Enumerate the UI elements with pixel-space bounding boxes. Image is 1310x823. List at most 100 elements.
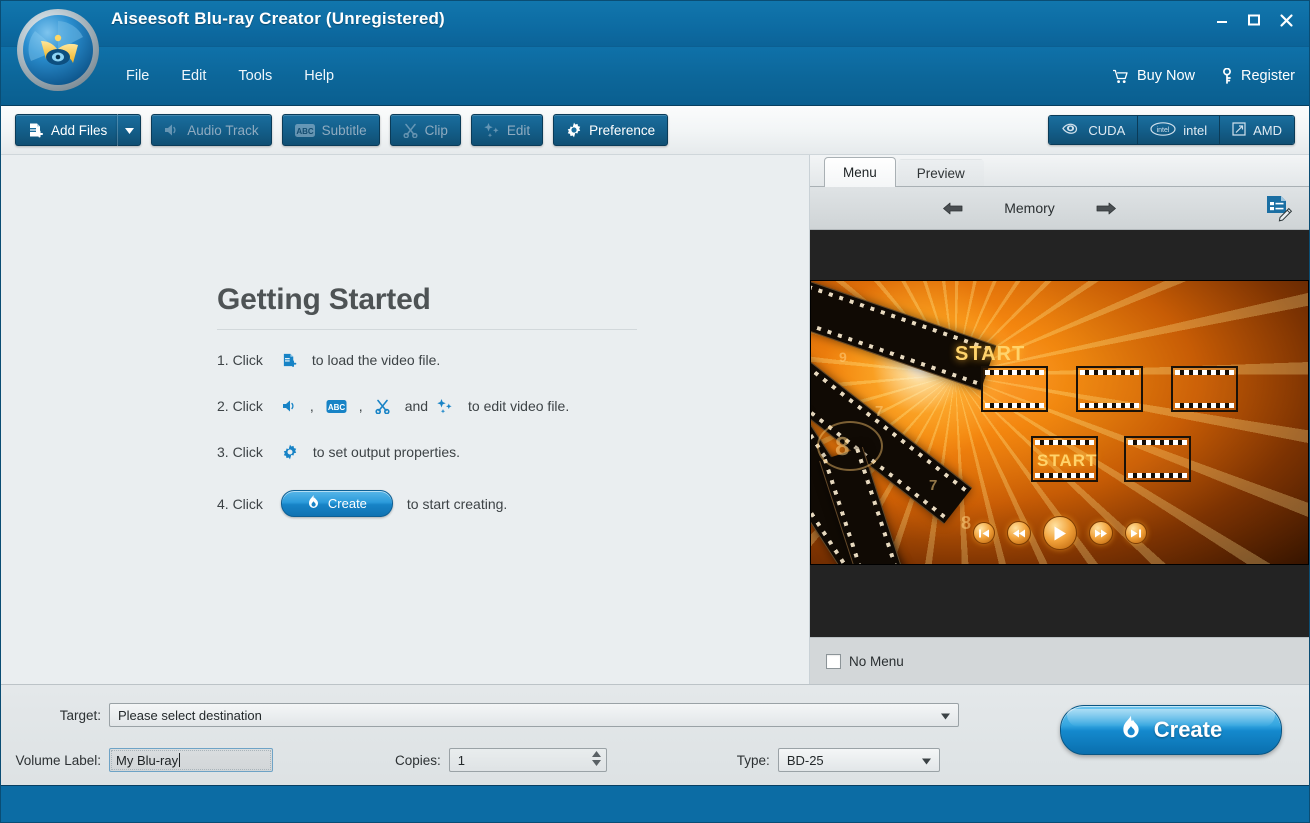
copies-stepper[interactable]: 1 — [449, 748, 607, 772]
stepper-down-icon — [592, 760, 601, 766]
stepper-arrows[interactable] — [592, 751, 601, 766]
playback-controls — [973, 516, 1147, 550]
add-files-split: Add Files — [15, 114, 141, 146]
menu-thumb-frame[interactable] — [1171, 366, 1238, 412]
add-files-label: Add Files — [51, 123, 107, 138]
buy-now-button[interactable]: Buy Now — [1112, 68, 1195, 84]
template-selector: Memory — [810, 200, 1249, 216]
fast-forward-button[interactable] — [1089, 521, 1113, 545]
reel-number: 8 — [835, 431, 849, 462]
menu-thumb-frame[interactable] — [1124, 436, 1191, 482]
register-button[interactable]: Register — [1221, 68, 1295, 84]
step-4-text: to start creating. — [407, 496, 507, 512]
copies-label: Copies: — [395, 753, 441, 768]
menu-thumb-frame[interactable] — [1076, 366, 1143, 412]
menu-tools[interactable]: Tools — [225, 63, 285, 89]
menu-edit[interactable]: Edit — [168, 63, 219, 89]
template-selector-bar: Memory — [810, 187, 1309, 230]
add-files-dropdown-button[interactable] — [117, 114, 141, 146]
scissors-icon[interactable] — [375, 399, 390, 414]
no-menu-checkbox[interactable] — [826, 654, 841, 669]
disc-menu-template[interactable]: 8 7 7 8 9 START START — [810, 280, 1309, 565]
preference-button[interactable]: Preference — [553, 114, 668, 146]
step-2-conj: and — [405, 398, 428, 414]
no-menu-label[interactable]: No Menu — [849, 654, 904, 669]
amd-button[interactable]: AMD — [1220, 116, 1294, 144]
inline-create-button[interactable]: Create — [281, 490, 393, 517]
clip-button[interactable]: Clip — [390, 114, 461, 146]
abc-icon: ABC — [295, 124, 315, 137]
template-name: Memory — [1004, 200, 1055, 216]
tab-menu[interactable]: Menu — [824, 157, 896, 187]
maximize-button[interactable] — [1239, 7, 1269, 33]
start-title-top: START — [955, 343, 1025, 366]
step-2-prefix: 2. Click — [217, 398, 263, 414]
skip-forward-button[interactable] — [1125, 522, 1147, 544]
svg-text:intel: intel — [1157, 126, 1170, 133]
app-title: Aiseesoft Blu-ray Creator (Unregistered) — [111, 9, 445, 29]
close-button[interactable] — [1271, 7, 1301, 33]
key-icon — [1221, 68, 1233, 84]
file-list-pane[interactable]: Getting Started 1. Click to load the vid… — [1, 155, 810, 684]
type-value: BD-25 — [787, 753, 824, 768]
type-label: Type: — [737, 753, 770, 768]
step-1-prefix: 1. Click — [217, 352, 263, 368]
tab-preview[interactable]: Preview — [898, 159, 984, 186]
menu-preview-area[interactable]: 8 7 7 8 9 START START — [810, 230, 1309, 637]
stepper-up-icon — [592, 751, 601, 757]
step-3-prefix: 3. Click — [217, 444, 263, 460]
add-files-button[interactable]: Add Files — [15, 114, 117, 146]
step-4-prefix: 4. Click — [217, 496, 263, 512]
intel-label: intel — [1183, 123, 1207, 138]
gear-icon — [566, 122, 582, 138]
menu-thumb-frame[interactable]: START — [1031, 436, 1098, 482]
preference-label: Preference — [589, 123, 655, 138]
flame-icon — [1120, 715, 1142, 746]
cuda-label: CUDA — [1088, 123, 1125, 138]
register-label: Register — [1241, 68, 1295, 84]
create-button[interactable]: Create — [1060, 705, 1282, 755]
right-arrow-icon[interactable] — [1095, 201, 1117, 216]
text-cursor — [179, 753, 180, 767]
chevron-down-icon — [125, 121, 134, 139]
gear-icon[interactable] — [282, 444, 298, 460]
abc-icon[interactable]: ABC — [326, 400, 347, 413]
add-file-icon[interactable] — [282, 352, 297, 368]
volume-label-input[interactable]: My Blu-ray — [109, 748, 273, 772]
rewind-button[interactable] — [1007, 521, 1031, 545]
minimize-button[interactable] — [1207, 7, 1237, 33]
intel-button[interactable]: intel intel — [1138, 116, 1220, 144]
subtitle-button[interactable]: ABC Subtitle — [282, 114, 380, 146]
step-3: 3. Click to set output properties. — [217, 444, 637, 460]
edit-button[interactable]: Edit — [471, 114, 543, 146]
chevron-down-icon — [941, 708, 950, 723]
menu-pane: Menu Preview Memory — [810, 155, 1309, 684]
menu-help[interactable]: Help — [291, 63, 347, 89]
amd-icon — [1232, 122, 1246, 139]
menu-file[interactable]: File — [113, 63, 162, 89]
step-2-text: to edit video file. — [468, 398, 569, 414]
buy-now-label: Buy Now — [1137, 68, 1195, 84]
chevron-down-icon — [922, 753, 931, 768]
title-divider — [217, 329, 637, 330]
menu-thumb-frame[interactable] — [981, 366, 1048, 412]
speaker-icon[interactable] — [282, 399, 298, 413]
reel-number: 9 — [839, 349, 847, 365]
play-button[interactable] — [1043, 516, 1077, 550]
edit-menu-icon[interactable] — [1263, 193, 1293, 223]
no-menu-row: No Menu — [810, 637, 1309, 684]
sparkle-icon[interactable] — [437, 399, 453, 414]
sparkle-icon — [484, 123, 500, 138]
left-arrow-icon[interactable] — [942, 201, 964, 216]
target-combo[interactable]: Please select destination — [109, 703, 959, 727]
intel-logo-icon: intel — [1150, 122, 1176, 139]
toolbar: Add Files Audio Track ABC Subtitle — [1, 106, 1309, 155]
type-combo[interactable]: BD-25 — [778, 748, 940, 772]
step-2-sep-2: , — [359, 398, 363, 414]
toolbar-left-group: Add Files Audio Track ABC Subtitle — [15, 114, 668, 146]
output-settings-panel: Target: Please select destination Volume… — [1, 684, 1309, 785]
cuda-button[interactable]: CUDA — [1049, 116, 1138, 144]
skip-back-button[interactable] — [973, 522, 995, 544]
audio-track-button[interactable]: Audio Track — [151, 114, 271, 146]
create-button-label: Create — [1154, 717, 1222, 743]
